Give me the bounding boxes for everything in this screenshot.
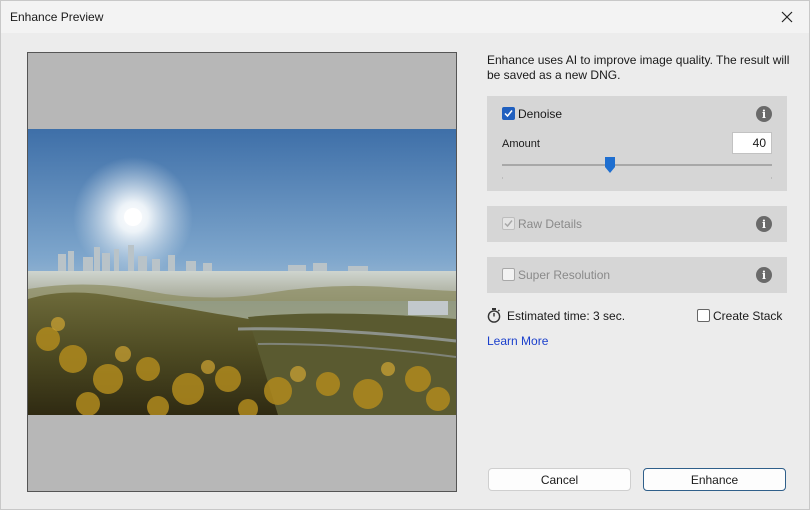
amount-slider-thumb[interactable] xyxy=(605,157,615,173)
super-resolution-panel: Super Resolution i xyxy=(487,257,787,293)
cancel-button[interactable]: Cancel xyxy=(488,468,631,491)
close-icon xyxy=(781,11,793,23)
amount-label: Amount xyxy=(502,138,540,150)
enhance-button[interactable]: Enhance xyxy=(643,468,786,491)
info-icon[interactable]: i xyxy=(756,216,772,232)
denoise-checkbox[interactable] xyxy=(502,107,515,120)
raw-details-panel: Raw Details i xyxy=(487,206,787,242)
preview-photo xyxy=(28,129,456,415)
enhance-preview-dialog: Enhance Preview Enhance uses AI to impro… xyxy=(0,0,810,510)
close-button[interactable] xyxy=(765,1,809,33)
learn-more-link[interactable]: Learn More xyxy=(487,334,548,348)
title-bar: Enhance Preview xyxy=(1,1,809,33)
info-icon[interactable]: i xyxy=(756,267,772,283)
raw-details-label: Raw Details xyxy=(518,217,583,231)
raw-details-checkbox[interactable] xyxy=(502,217,515,230)
checkmark-icon xyxy=(504,110,513,118)
create-stack-checkbox[interactable] xyxy=(697,309,710,322)
amount-slider-fill xyxy=(502,164,610,166)
dialog-title: Enhance Preview xyxy=(10,10,104,24)
stopwatch-icon xyxy=(487,308,501,323)
denoise-panel: Denoise i Amount xyxy=(487,96,787,191)
image-preview xyxy=(27,52,457,492)
amount-slider-track[interactable] xyxy=(502,164,772,166)
create-stack-label: Create Stack xyxy=(713,309,783,323)
super-resolution-checkbox[interactable] xyxy=(502,268,515,281)
info-icon[interactable]: i xyxy=(756,106,772,122)
super-resolution-label: Super Resolution xyxy=(518,268,611,282)
estimate-row: Estimated time: 3 sec. Create Stack xyxy=(487,307,787,325)
checkmark-icon xyxy=(504,220,513,228)
amount-input[interactable] xyxy=(732,132,772,154)
estimated-time-text: Estimated time: 3 sec. xyxy=(507,309,626,323)
enhance-description: Enhance uses AI to improve image quality… xyxy=(487,53,790,82)
denoise-label: Denoise xyxy=(518,107,563,121)
slider-tick xyxy=(771,177,772,179)
slider-tick xyxy=(502,177,503,179)
